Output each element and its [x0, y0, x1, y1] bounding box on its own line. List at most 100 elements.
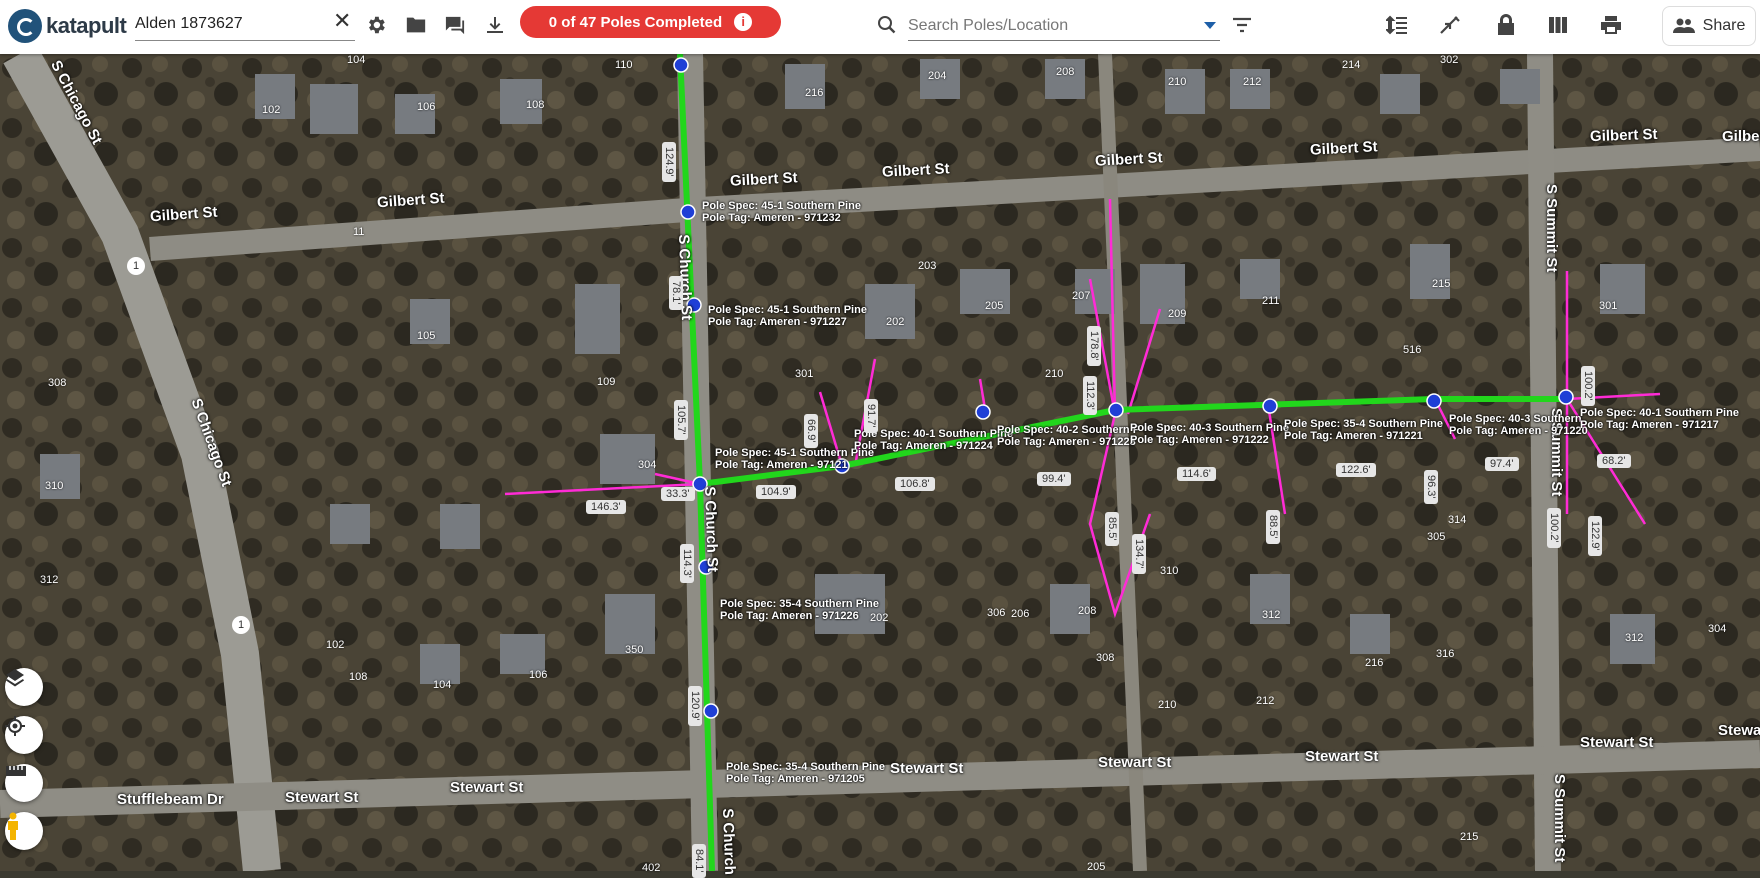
- pole-label[interactable]: Pole Spec: 35-4 Southern Pine Pole Tag: A…: [1284, 418, 1443, 442]
- address-label: 207: [1072, 290, 1091, 302]
- pole-label[interactable]: Pole Spec: 40-3 Southern Pole Tag: Ameren…: [1449, 413, 1588, 437]
- share-button[interactable]: Share: [1662, 6, 1756, 46]
- lock-icon[interactable]: [1493, 12, 1519, 38]
- line-height-icon[interactable]: [1384, 12, 1410, 38]
- street-label: S Church St: [701, 486, 721, 573]
- job-name-field[interactable]: Alden 1873627: [135, 10, 355, 41]
- pegman-icon: [8, 812, 18, 840]
- span-length: 97.4': [1485, 457, 1519, 471]
- pole-label[interactable]: Pole Spec: 35-4 Southern Pine Pole Tag: A…: [726, 761, 885, 785]
- street-label: S Summit St: [1551, 774, 1568, 863]
- street-label: Stewart St: [285, 789, 359, 806]
- pole-label[interactable]: Pole Spec: 45-1 Southern Pine Pole Tag: A…: [702, 200, 861, 224]
- address-label: 214: [1342, 59, 1361, 71]
- info-icon[interactable]: i: [734, 13, 753, 31]
- search-input[interactable]: Search Poles/Location: [908, 14, 1220, 41]
- address-label: 304: [638, 459, 657, 471]
- street-label: Stufflebeam Dr: [117, 791, 224, 808]
- address-label: 102: [326, 639, 345, 651]
- poles-completed-badge[interactable]: 0 of 47 Poles Completed i: [520, 6, 781, 38]
- address-label: 109: [597, 376, 616, 388]
- street-label: Gilbert St: [1094, 149, 1163, 170]
- address-label: 106: [529, 669, 548, 681]
- address-label: 301: [1599, 300, 1618, 312]
- gear-icon[interactable]: [363, 12, 389, 38]
- address-label: 308: [48, 377, 67, 389]
- address-label: 108: [526, 99, 545, 111]
- address-label: 203: [918, 260, 937, 272]
- street-label: S Church: [719, 808, 739, 876]
- chat-icon[interactable]: [442, 12, 468, 38]
- pole-label[interactable]: Pole Spec: 40-1 Southern Pine Pole Tag: A…: [854, 428, 1013, 452]
- street-label: Stewart: [1718, 722, 1760, 739]
- street-label: Stewart St: [1098, 754, 1172, 771]
- filter-icon[interactable]: [1229, 12, 1255, 38]
- span-length: 84.1': [692, 844, 706, 878]
- street-label: Gilbert St: [881, 160, 950, 181]
- street-label: Stewart St: [890, 760, 964, 777]
- address-label: 209: [1168, 308, 1187, 320]
- merge-icon[interactable]: [1437, 12, 1463, 38]
- address-label: 105: [417, 330, 436, 342]
- span-length: 122.6': [1336, 463, 1376, 477]
- street-view-button[interactable]: [5, 812, 43, 850]
- layers-icon: [6, 669, 24, 687]
- satellite-map[interactable]: S Chicago St S Chicago St Gilbert St Gil…: [0, 54, 1760, 878]
- street-label: S Summit St: [1543, 184, 1560, 273]
- address-label: 210: [1168, 76, 1187, 88]
- address-label: 11: [353, 226, 365, 238]
- pole-label[interactable]: Pole Spec: 45-1 Southern Pine Pole Tag: A…: [715, 447, 874, 471]
- ruler-button[interactable]: [5, 764, 43, 802]
- address-label: 312: [1262, 609, 1281, 621]
- address-label: 305: [1427, 531, 1446, 543]
- address-label: 312: [40, 574, 59, 586]
- address-label: 306: [987, 607, 1006, 619]
- address-label: 316: [1436, 648, 1455, 660]
- address-label: 205: [1087, 861, 1106, 873]
- street-label: Gilbert St: [1309, 138, 1378, 159]
- clear-job-icon[interactable]: ✕: [333, 8, 351, 34]
- katapult-logo[interactable]: katapult: [8, 8, 127, 44]
- address-label: 205: [985, 300, 1004, 312]
- address-label: 206: [1011, 608, 1030, 620]
- print-icon[interactable]: [1598, 12, 1624, 38]
- address-label: 310: [1160, 565, 1179, 577]
- address-label: 110: [615, 59, 633, 71]
- my-location-button[interactable]: [5, 716, 43, 754]
- address-label: 308: [1096, 652, 1115, 664]
- address-label: 210: [1158, 699, 1177, 711]
- pole-label[interactable]: Pole Spec: 40-2 Southern P Pole Tag: Amer…: [997, 424, 1140, 448]
- span-length: 85.5': [1105, 512, 1119, 546]
- pole-label[interactable]: Pole Spec: 40-3 Southern Pine Pole Tag: A…: [1130, 422, 1289, 446]
- folder-icon[interactable]: [403, 12, 429, 38]
- address-label: 212: [1256, 695, 1275, 707]
- span-length: 91.7': [864, 399, 878, 433]
- search-icon: [874, 12, 900, 38]
- address-label: 312: [1625, 632, 1644, 644]
- address-label: 212: [1243, 76, 1262, 88]
- span-length: 68.2': [1597, 454, 1631, 468]
- download-icon[interactable]: [482, 12, 508, 38]
- layers-button[interactable]: [5, 668, 43, 706]
- span-length: 105.7': [674, 400, 688, 440]
- columns-icon[interactable]: [1545, 12, 1571, 38]
- address-label: 204: [928, 70, 947, 82]
- address-label: 104: [433, 679, 452, 691]
- pole-label[interactable]: Pole Spec: 45-1 Southern Pine Pole Tag: A…: [708, 304, 867, 328]
- search-dropdown-icon[interactable]: [1204, 22, 1216, 29]
- address-label: 215: [1460, 831, 1479, 843]
- pole-label[interactable]: Pole Spec: 35-4 Southern Pine Pole Tag: A…: [720, 598, 879, 622]
- address-label: 314: [1448, 514, 1467, 526]
- span-length: 124.9': [662, 142, 676, 182]
- pole-label[interactable]: Pole Spec: 40-1 Southern Pine Pole Tag: A…: [1580, 407, 1739, 431]
- address-label: 302: [1440, 54, 1459, 66]
- address-label: 106: [417, 101, 436, 113]
- street-label: Gilbert St: [1589, 125, 1658, 146]
- span-length: 120.9': [688, 686, 702, 726]
- address-label: 208: [1056, 66, 1075, 78]
- span-length: 66.9': [804, 414, 818, 448]
- logo-text: katapult: [46, 13, 127, 38]
- search-placeholder: Search Poles/Location: [908, 17, 1069, 34]
- span-length: 122.9': [1588, 516, 1602, 556]
- street-label: Stewart St: [450, 779, 524, 796]
